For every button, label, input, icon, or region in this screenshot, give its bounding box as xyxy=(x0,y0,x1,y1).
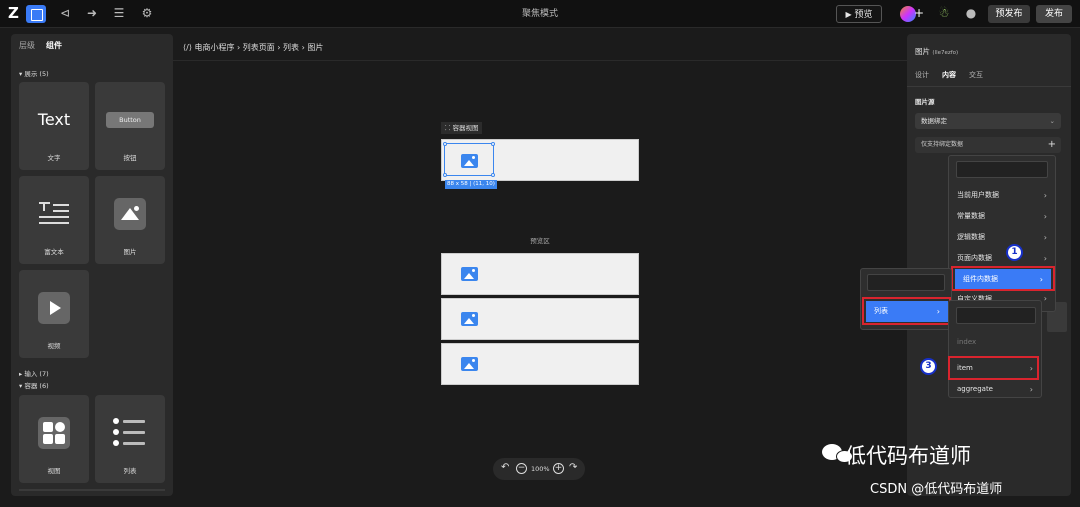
highlight-step3 xyxy=(948,356,1039,380)
share-nodes-icon[interactable]: ⊲ xyxy=(58,6,72,20)
gear-icon[interactable]: ⚙ xyxy=(140,6,154,20)
play-circle-icon: ▶ xyxy=(845,10,852,19)
panel-title: 图片 (lle7ezfo) xyxy=(915,47,959,56)
chevron-right-icon: › xyxy=(1029,385,1033,394)
grid-view-icon xyxy=(38,417,70,449)
bug-icon[interactable]: ☃ xyxy=(937,6,951,20)
component-rich-text[interactable]: 富文本 xyxy=(19,176,89,264)
chevron-right-icon: › xyxy=(1043,212,1047,221)
image-icon xyxy=(461,357,478,371)
menu-item-constant[interactable]: 常量数据 › xyxy=(949,206,1055,227)
highlight-step1 xyxy=(951,266,1055,291)
pre-publish-button[interactable]: 预发布 xyxy=(988,5,1030,23)
chevron-right-icon: › xyxy=(1043,294,1047,303)
plus-icon[interactable]: + xyxy=(1048,137,1056,153)
resize-handle[interactable] xyxy=(491,173,495,177)
preview-label: 预览 xyxy=(854,10,873,20)
zoom-toolbar: ↶ − 100% + ↷ xyxy=(493,458,585,480)
watermark-credit: CSDN @低代码布道师 xyxy=(870,482,1003,497)
step-badge-1: 1 xyxy=(1006,244,1023,261)
section-label: 图片源 xyxy=(915,98,935,106)
video-play-icon xyxy=(38,292,70,324)
binding-field[interactable]: 仅支持绑定数据 + xyxy=(915,137,1061,153)
menu-item-aggregate[interactable]: aggregate › xyxy=(949,379,1041,400)
menu-item-index: index xyxy=(957,338,977,346)
tab-layers[interactable]: 层级 xyxy=(19,40,35,52)
step-badge-3: 3 xyxy=(920,358,937,375)
container-tag[interactable]: ⸬ 容器视图 xyxy=(441,122,483,134)
watermark-title: 低代码布道师 xyxy=(845,444,971,468)
image-icon xyxy=(461,267,478,281)
component-label: 按钮 xyxy=(123,154,137,162)
tab-design[interactable]: 设计 xyxy=(915,70,929,80)
highlight-step2 xyxy=(862,297,951,325)
component-label: 文字 xyxy=(47,154,61,162)
selected-image[interactable] xyxy=(443,142,495,177)
section-display[interactable]: ▾ 展示 (5) xyxy=(19,68,49,78)
component-label: 视频 xyxy=(47,342,61,350)
component-label: 富文本 xyxy=(44,248,64,256)
section-container[interactable]: ▾ 容器 (6) xyxy=(19,380,49,390)
component-image[interactable]: 图片 xyxy=(95,176,165,264)
zoom-out-icon[interactable]: − xyxy=(516,463,527,474)
tab-components[interactable]: 组件 xyxy=(46,40,62,52)
component-text[interactable]: Text 文字 xyxy=(19,82,89,170)
menu-search-input[interactable] xyxy=(956,161,1048,178)
selection-size-label: 88 x 58 | (11, 10) xyxy=(445,180,497,189)
component-label: 列表 xyxy=(123,467,137,475)
image-icon xyxy=(461,312,478,326)
resize-handle[interactable] xyxy=(443,173,447,177)
undo-icon[interactable]: ↶ xyxy=(501,462,509,473)
align-icon[interactable]: ☰ xyxy=(112,6,126,20)
zoom-level: 100% xyxy=(531,465,550,473)
menu-search-input[interactable] xyxy=(867,274,945,291)
list-field-menu: index item › aggregate › xyxy=(948,300,1042,398)
text-preview: Text xyxy=(37,110,71,129)
redo-icon[interactable]: ↷ xyxy=(569,462,577,473)
list-row[interactable] xyxy=(441,343,639,385)
preview-zone-label: 预览区 xyxy=(530,237,550,245)
chevron-right-icon: › xyxy=(1043,191,1047,200)
list-row[interactable] xyxy=(441,253,639,295)
image-icon xyxy=(461,154,478,168)
menu-search-input[interactable] xyxy=(956,307,1036,324)
menu-item-current-user[interactable]: 当前用户数据 › xyxy=(949,185,1055,206)
divider xyxy=(173,60,907,61)
component-list[interactable]: 列表 xyxy=(95,395,165,483)
preview-button[interactable]: ▶ 预览 xyxy=(836,5,882,23)
component-button[interactable]: Button 按钮 xyxy=(95,82,165,170)
top-toolbar: Z ⊲ ➜ ☰ ⚙ 聚焦模式 ▶ 预览 + ☃ ● 预发布 发布 xyxy=(0,0,1080,28)
app-logo: Z xyxy=(8,4,19,22)
tab-content[interactable]: 内容 xyxy=(942,70,956,80)
binding-select[interactable]: 数据绑定 ⌄ xyxy=(915,113,1061,129)
pin-icon[interactable]: ➜ xyxy=(85,6,99,20)
component-label: 图片 xyxy=(123,248,137,256)
publish-button[interactable]: 发布 xyxy=(1036,5,1072,23)
component-label: 视图 xyxy=(47,467,61,475)
resize-handle[interactable] xyxy=(491,142,495,146)
chevron-down-icon: ⌄ xyxy=(1049,117,1055,125)
user-settings-icon[interactable]: ● xyxy=(964,6,978,20)
component-video[interactable]: 视频 xyxy=(19,270,89,358)
scroll-edge xyxy=(19,489,165,491)
section-input[interactable]: ▸ 输入 (7) xyxy=(19,368,49,378)
list-icon xyxy=(113,417,147,447)
divider xyxy=(907,86,1071,87)
button-preview: Button xyxy=(106,112,154,128)
image-icon xyxy=(114,198,146,230)
chevron-right-icon: › xyxy=(1043,233,1047,242)
component-view[interactable]: 视图 xyxy=(19,395,89,483)
tab-interaction[interactable]: 交互 xyxy=(969,70,983,80)
add-collaborator-icon[interactable]: + xyxy=(912,6,926,20)
breadcrumb[interactable]: ⟨/⟩ 电商小程序 › 列表页面 › 列表 › 图片 xyxy=(183,42,323,53)
resize-handle[interactable] xyxy=(443,142,447,146)
component-panel: 层级 组件 ▾ 展示 (5) Text 文字 Button 按钮 富文本 图片 … xyxy=(11,34,173,496)
list-row[interactable] xyxy=(441,298,639,340)
rich-text-icon xyxy=(39,202,69,224)
menu-item-logic[interactable]: 逻辑数据 › xyxy=(949,227,1055,248)
zoom-in-icon[interactable]: + xyxy=(553,463,564,474)
page-editor-icon[interactable] xyxy=(26,5,46,23)
